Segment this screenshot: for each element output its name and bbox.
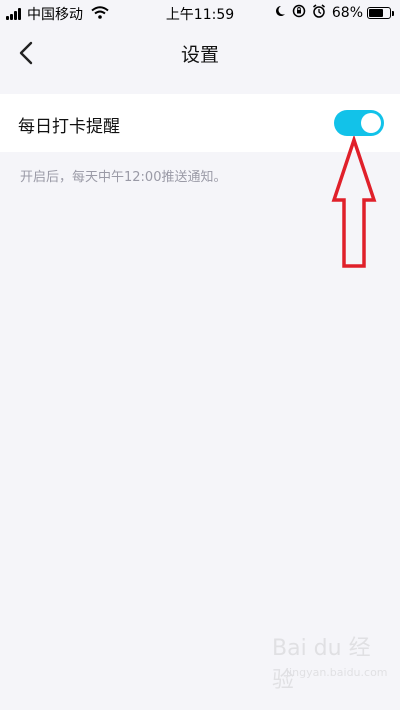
daily-reminder-toggle[interactable] bbox=[334, 110, 384, 136]
battery-icon bbox=[367, 7, 394, 19]
battery-fill bbox=[369, 9, 383, 17]
status-bar: 中国移动 上午11:59 68% bbox=[0, 0, 400, 26]
annotation-arrow-icon bbox=[331, 136, 377, 268]
moon-icon bbox=[274, 5, 286, 21]
toggle-knob bbox=[361, 113, 381, 133]
daily-reminder-label: 每日打卡提醒 bbox=[18, 117, 120, 137]
reminder-hint-text: 开启后，每天中午12:00推送通知。 bbox=[20, 170, 227, 185]
status-right: 68% bbox=[268, 4, 394, 22]
battery-percent: 68% bbox=[331, 5, 363, 21]
baidu-watermark: Bai du 经验 jingyan.baidu.com bbox=[272, 630, 388, 693]
alarm-icon bbox=[312, 4, 326, 22]
nav-bar: 设置 bbox=[0, 26, 400, 78]
orientation-lock-icon bbox=[292, 4, 306, 22]
watermark-sub: jingyan.baidu.com bbox=[286, 666, 388, 679]
watermark-logo: Bai du 经验 bbox=[272, 636, 371, 693]
page-title: 设置 bbox=[180, 44, 219, 66]
